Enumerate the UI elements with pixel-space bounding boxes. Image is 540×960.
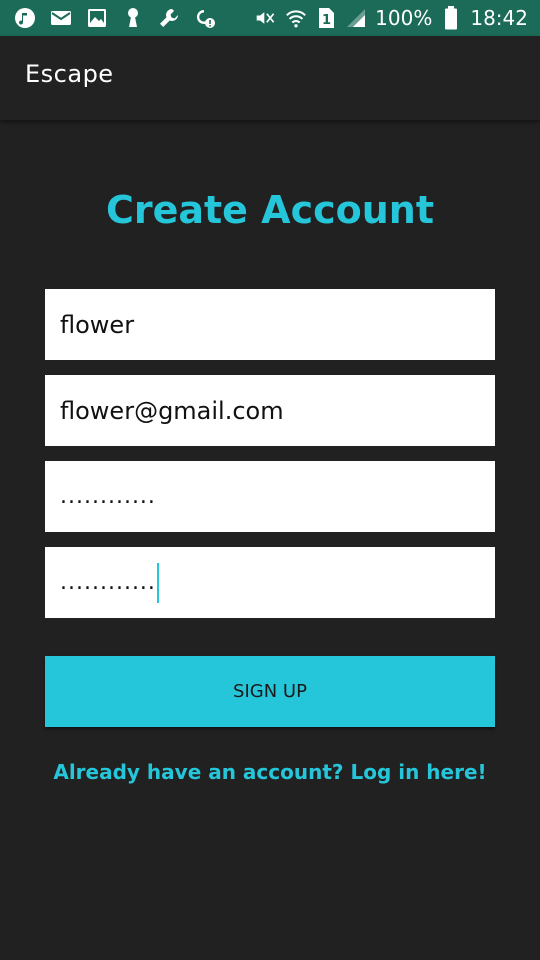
signal-icon — [345, 7, 367, 29]
wrench-icon — [158, 7, 180, 29]
email-value: flower@gmail.com — [60, 396, 284, 425]
mute-icon — [255, 7, 277, 29]
sim-icon: 1 — [315, 7, 337, 29]
sim-slot-label: 1 — [322, 13, 331, 28]
sync-alert-icon — [194, 7, 216, 29]
app-title: Escape — [25, 60, 114, 88]
music-icon — [14, 7, 36, 29]
keyhole-icon — [122, 7, 144, 29]
battery-icon — [440, 6, 462, 30]
clock: 18:42 — [470, 6, 528, 30]
notification-icons — [14, 7, 216, 29]
wifi-icon — [285, 7, 307, 29]
username-field[interactable]: flower — [45, 289, 495, 360]
battery-percent: 100% — [375, 6, 433, 30]
sign-up-label: SIGN UP — [233, 681, 307, 702]
password-field[interactable]: ............ — [45, 461, 495, 532]
text-cursor — [156, 562, 159, 603]
image-icon — [86, 7, 108, 29]
login-link[interactable]: Already have an account? Log in here! — [0, 760, 540, 784]
system-icons: 1 100% 18:42 — [255, 4, 528, 32]
mail-icon — [50, 7, 72, 29]
password-value: ............ — [60, 484, 156, 509]
confirm-password-value: ............ — [60, 570, 156, 595]
status-bar: 1 100% 18:42 — [0, 0, 540, 36]
sign-up-button[interactable]: SIGN UP — [45, 656, 495, 727]
username-value: flower — [60, 310, 135, 339]
confirm-password-field[interactable]: ............ — [45, 547, 495, 618]
page-title: Create Account — [105, 188, 435, 232]
email-field[interactable]: flower@gmail.com — [45, 375, 495, 446]
app-bar: Escape — [0, 36, 540, 120]
